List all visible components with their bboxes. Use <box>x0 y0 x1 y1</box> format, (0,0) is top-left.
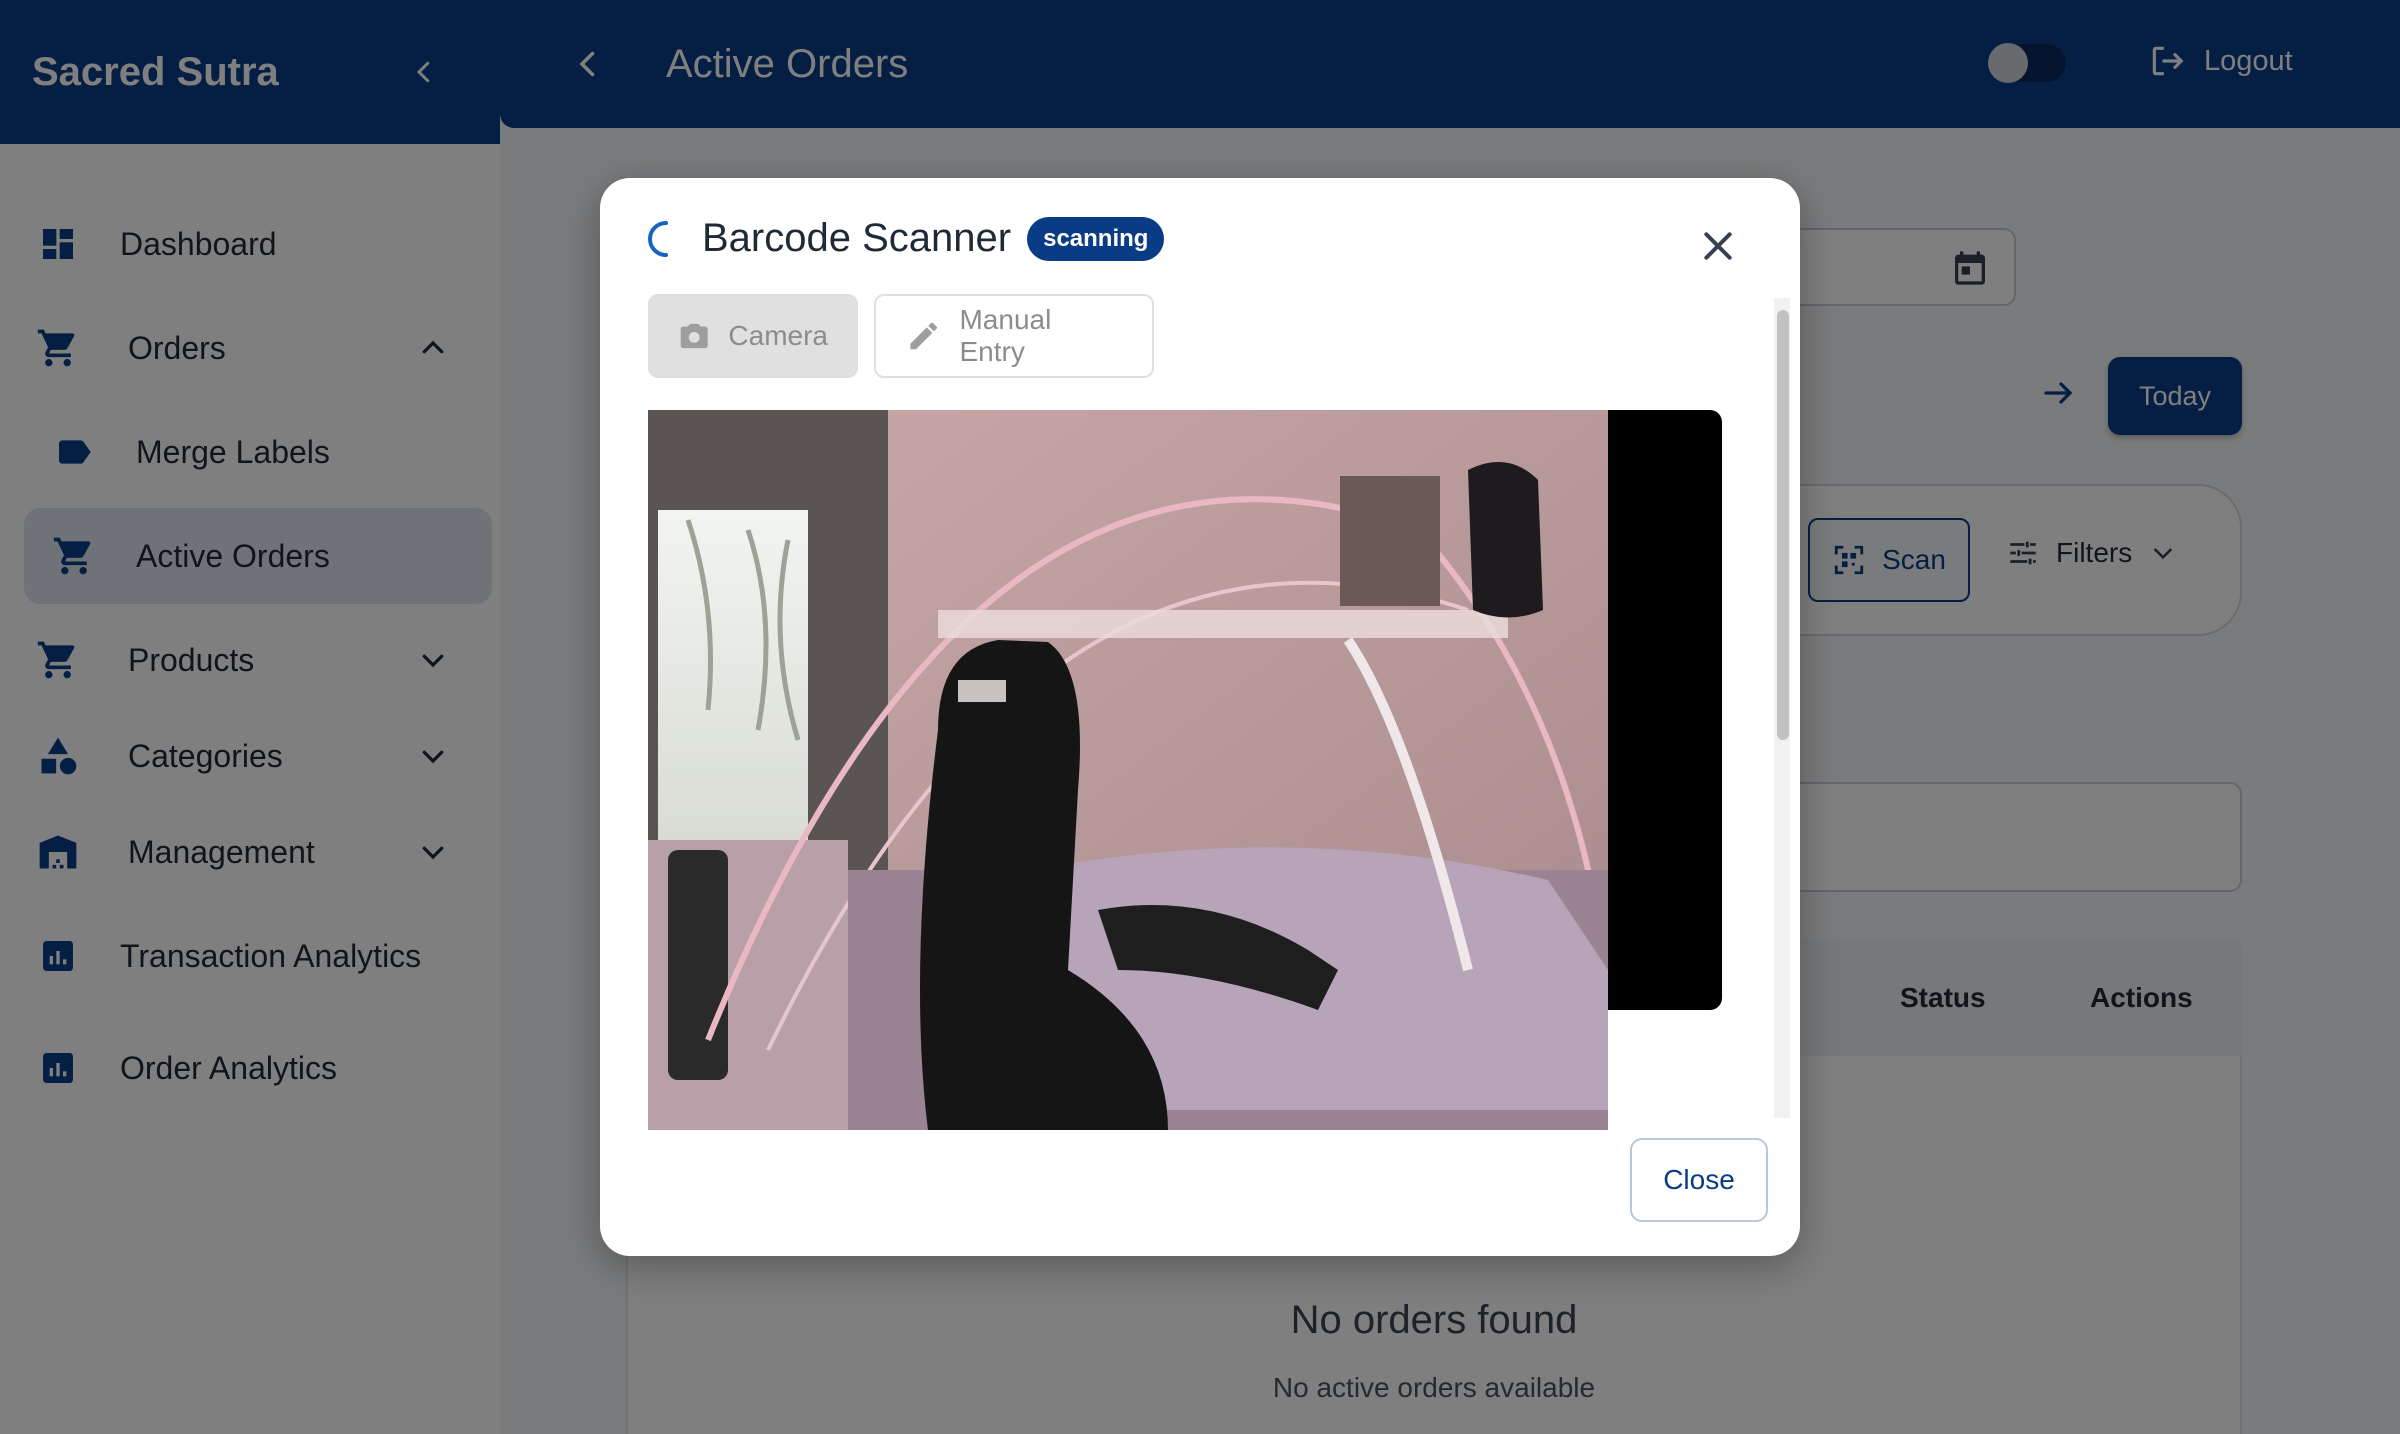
camera-mode-button[interactable]: Camera <box>648 294 858 378</box>
camera-icon <box>680 323 708 349</box>
camera-preview <box>648 410 1608 1130</box>
camera-mode-label: Camera <box>728 320 828 351</box>
close-button[interactable]: Close <box>1630 1138 1768 1222</box>
loading-spinner-icon <box>648 220 668 257</box>
scrollbar-thumb[interactable] <box>1777 310 1789 740</box>
manual-entry-button[interactable]: Manual Entry <box>874 294 1154 378</box>
mode-switcher: Camera Manual Entry <box>648 294 1170 378</box>
camera-feed-image <box>648 410 1608 1130</box>
manual-entry-label: Manual Entry <box>959 304 1052 367</box>
pencil-icon <box>910 322 938 350</box>
status-badge: scanning <box>1027 216 1165 261</box>
dialog-scrollbar[interactable] <box>1774 298 1790 1118</box>
dialog-header: Barcode Scanner scanning <box>646 216 1165 261</box>
close-icon[interactable] <box>1698 226 1738 266</box>
barcode-scanner-dialog: Barcode Scanner scanning Camera Manual E… <box>600 178 1800 1256</box>
dialog-title: Barcode Scanner <box>702 216 1012 260</box>
